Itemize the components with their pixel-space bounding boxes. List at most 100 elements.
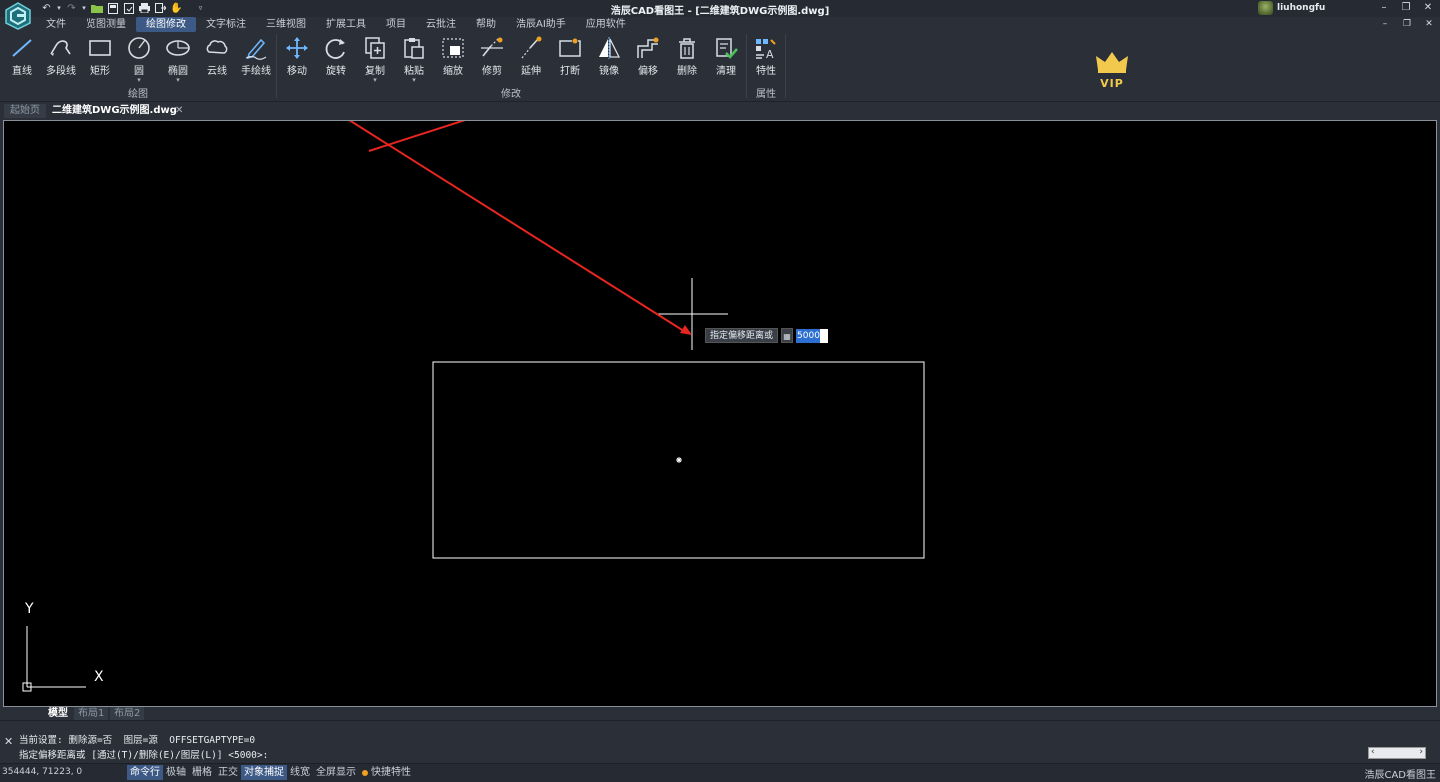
restore-icon[interactable]: ❐: [1400, 1, 1412, 15]
rectangle-tool[interactable]: 矩形: [80, 36, 120, 84]
doc-minimize-icon[interactable]: –: [1380, 19, 1390, 29]
offset-icon: [637, 37, 659, 58]
purge-tool[interactable]: 清理: [706, 36, 746, 84]
dynamic-input-prompt: 指定偏移距离或 ▦ 5000: [705, 328, 829, 343]
ellipse-tool[interactable]: 椭圆 ▾: [158, 36, 198, 84]
line-tool[interactable]: 直线: [2, 36, 42, 84]
break-tool[interactable]: 打断: [550, 36, 590, 84]
status-toggle-2[interactable]: 栅格: [189, 765, 215, 780]
sketch-label: 手绘线: [241, 66, 271, 77]
quick-properties-label: 快捷特性: [371, 767, 411, 778]
purge-icon: [716, 38, 738, 59]
copy-icon: [365, 37, 385, 59]
circle-tool[interactable]: 圆 ▾: [119, 36, 159, 84]
chevron-down-icon[interactable]: ▾: [355, 77, 395, 84]
command-prompt-line[interactable]: 指定偏移距离或 [通过(T)/删除(E)/图层(L)] <5000>:: [19, 747, 268, 761]
scroll-right-icon[interactable]: ›: [1419, 747, 1423, 757]
avatar[interactable]: [1258, 1, 1273, 15]
cursor-coordinates: 354444, 71223, 0: [2, 767, 83, 777]
vip-label: VIP: [1100, 77, 1124, 90]
tab-current-file[interactable]: 二维建筑DWG示例图.dwg: [46, 104, 183, 118]
user-account[interactable]: liuhongfu: [1258, 1, 1325, 15]
move-label: 移动: [287, 66, 307, 77]
quick-properties-toggle[interactable]: 快捷特性: [359, 765, 414, 780]
chevron-down-icon[interactable]: ▾: [119, 77, 159, 84]
ellipse-label: 椭圆: [168, 66, 188, 77]
tab-layout1[interactable]: 布局1: [74, 707, 109, 720]
polyline-icon: [50, 40, 71, 56]
properties-tool[interactable]: A 特性: [746, 36, 786, 84]
layout-tabs: 模型 布局1 布局2: [0, 707, 1440, 720]
sketch-tool[interactable]: 手绘线: [236, 36, 276, 84]
vip-badge[interactable]: VIP: [1092, 50, 1132, 94]
menu-item-1[interactable]: 览图测量: [76, 17, 136, 32]
rotate-label: 旋转: [326, 66, 346, 77]
property-group-label: 属性: [756, 89, 776, 100]
status-toggle-4[interactable]: 对象捕捉: [241, 765, 287, 780]
trim-tool[interactable]: 修剪: [472, 36, 512, 84]
copy-label: 复制: [365, 66, 385, 77]
move-icon: [286, 37, 308, 59]
revcloud-tool[interactable]: 云线: [197, 36, 237, 84]
extend-tool[interactable]: 延伸: [511, 36, 551, 84]
rectangle-label: 矩形: [90, 66, 110, 77]
scale-tool[interactable]: 缩放: [433, 36, 473, 84]
doc-restore-icon[interactable]: ❐: [1402, 19, 1412, 29]
draw-group: 直线 多段线 矩形 圆 ▾ 椭圆 ▾ 云线 手绘线 绘图: [0, 32, 276, 102]
crown-icon: [1096, 52, 1128, 73]
tab-layout2[interactable]: 布局2: [110, 707, 145, 720]
prompt-value-input[interactable]: 5000: [796, 328, 829, 343]
menu-item-10[interactable]: 应用软件: [576, 17, 636, 32]
close-icon[interactable]: ✕: [4, 735, 13, 748]
user-name[interactable]: liuhongfu: [1277, 3, 1325, 13]
paste-tool[interactable]: 粘贴 ▾: [394, 36, 434, 84]
close-tab-icon[interactable]: ✕: [175, 105, 183, 116]
scale-label: 缩放: [443, 66, 463, 77]
menu-item-3[interactable]: 文字标注: [196, 17, 256, 32]
status-toggle-5[interactable]: 线宽: [287, 765, 313, 780]
ellipse-icon: [166, 40, 190, 56]
status-toggle-3[interactable]: 正交: [215, 765, 241, 780]
status-toggle-1[interactable]: 极轴: [163, 765, 189, 780]
prompt-options-icon[interactable]: ▦: [781, 328, 794, 343]
chevron-down-icon[interactable]: ▾: [394, 77, 434, 84]
doc-close-icon[interactable]: ✕: [1424, 19, 1434, 29]
menu-item-2[interactable]: 绘图修改: [136, 17, 196, 32]
menu-item-8[interactable]: 帮助: [466, 17, 506, 32]
annotation-arrows: [348, 121, 692, 335]
property-group: A 特性 属性: [747, 32, 785, 102]
menu-bar: 文件 览图测量 绘图修改 文字标注 三维视图 扩展工具 项目 云批注 帮助 浩辰AI助手 应用软件: [36, 17, 636, 32]
chevron-down-icon[interactable]: ▾: [158, 77, 198, 84]
tab-start-page[interactable]: 起始页: [4, 104, 46, 118]
modify-group-label: 修改: [501, 89, 521, 100]
purge-label: 清理: [716, 66, 736, 77]
menu-item-9[interactable]: 浩辰AI助手: [506, 17, 576, 32]
offset-tool[interactable]: 偏移: [628, 36, 668, 84]
status-toggle-6[interactable]: 全屏显示: [313, 765, 359, 780]
scroll-left-icon[interactable]: ‹: [1371, 747, 1375, 757]
command-line[interactable]: ✕ 当前设置: 删除源=否 图层=源 OFFSETGAPTYPE=0 指定偏移距…: [0, 720, 1440, 762]
rotate-icon: [325, 39, 345, 59]
menu-item-7[interactable]: 云批注: [416, 17, 466, 32]
close-icon[interactable]: ✕: [1422, 1, 1434, 15]
polyline-tool[interactable]: 多段线: [41, 36, 81, 84]
move-tool[interactable]: 移动: [277, 36, 317, 84]
menu-item-4[interactable]: 三维视图: [256, 17, 316, 32]
mirror-tool[interactable]: 镜像: [589, 36, 629, 84]
drawing-canvas[interactable]: Y X 指定偏移距离或 ▦ 5000: [3, 120, 1437, 707]
pen-icon: [245, 38, 267, 60]
menu-item-0[interactable]: 文件: [36, 17, 76, 32]
command-scrollbar[interactable]: ‹ ›: [1368, 747, 1426, 759]
rectangle-icon: [89, 40, 111, 56]
rotate-tool[interactable]: 旋转: [316, 36, 356, 84]
window-title: 浩辰CAD看图王 - [二维建筑DWG示例图.dwg]: [610, 6, 830, 17]
menu-item-6[interactable]: 项目: [376, 17, 416, 32]
status-toggle-0[interactable]: 命令行: [127, 765, 163, 780]
tab-model[interactable]: 模型: [44, 707, 72, 720]
line-icon: [12, 39, 32, 57]
delete-tool[interactable]: 删除: [667, 36, 707, 84]
minimize-icon[interactable]: –: [1378, 1, 1390, 15]
copy-tool[interactable]: 复制 ▾: [355, 36, 395, 84]
menu-item-5[interactable]: 扩展工具: [316, 17, 376, 32]
draw-group-label: 绘图: [128, 89, 148, 100]
